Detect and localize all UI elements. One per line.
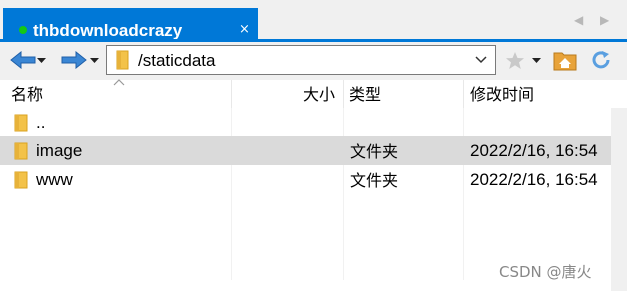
connection-status-icon (19, 26, 27, 34)
file-type: 文件夹 (350, 171, 399, 190)
folder-icon (14, 171, 28, 189)
file-name: .. (36, 113, 46, 132)
column-name[interactable]: 名称 (11, 86, 43, 104)
close-icon[interactable]: × (239, 23, 250, 37)
back-history-dropdown-icon[interactable] (37, 58, 46, 64)
arrow-right-icon[interactable] (60, 51, 88, 69)
file-modified: 2022/2/16, 16:54 (470, 141, 598, 160)
tab-thbdownloadcrazy[interactable]: thbdownloadcrazy × (3, 8, 258, 40)
file-name: image (36, 141, 83, 160)
refresh-icon[interactable] (590, 49, 612, 71)
tab-bar: thbdownloadcrazy × ◀ ▶ (0, 0, 627, 40)
path-input[interactable]: /staticdata (138, 51, 216, 71)
column-divider[interactable] (463, 80, 464, 108)
navigation-toolbar: /staticdata (0, 39, 627, 80)
chevron-down-icon[interactable] (475, 56, 487, 64)
tab-scroll-left-icon[interactable]: ◀ (574, 14, 583, 26)
file-name: www (36, 170, 73, 189)
table-row[interactable]: .. (0, 108, 611, 137)
vertical-scrollbar[interactable] (611, 108, 627, 291)
folder-icon (14, 114, 28, 132)
table-row[interactable]: image 文件夹 2022/2/16, 16:54 (0, 136, 611, 165)
column-header: 名称 大小 类型 修改时间 (0, 79, 627, 108)
column-type[interactable]: 类型 (349, 86, 381, 104)
sort-ascending-icon (113, 79, 125, 86)
file-modified: 2022/2/16, 16:54 (470, 170, 598, 189)
watermark: CSDN @唐火 (499, 263, 592, 281)
column-size[interactable]: 大小 (303, 86, 335, 104)
star-icon[interactable] (505, 51, 525, 70)
file-type: 文件夹 (350, 142, 399, 161)
arrow-left-icon[interactable] (9, 51, 37, 69)
path-combobox[interactable]: /staticdata (106, 45, 496, 75)
forward-history-dropdown-icon[interactable] (90, 58, 99, 64)
tab-title: thbdownloadcrazy (33, 21, 183, 40)
folder-icon (116, 50, 129, 70)
home-folder-icon[interactable] (553, 49, 577, 71)
column-divider[interactable] (343, 80, 344, 108)
column-divider[interactable] (231, 80, 232, 108)
tab-scroll-right-icon[interactable]: ▶ (600, 14, 609, 26)
table-row[interactable]: www 文件夹 2022/2/16, 16:54 (0, 165, 611, 194)
folder-icon (14, 142, 28, 160)
favorites-dropdown-icon[interactable] (532, 58, 541, 64)
column-modified[interactable]: 修改时间 (470, 86, 534, 104)
file-list: 名称 大小 类型 修改时间 .. image 文件夹 2022/2/16, 16… (0, 79, 627, 291)
